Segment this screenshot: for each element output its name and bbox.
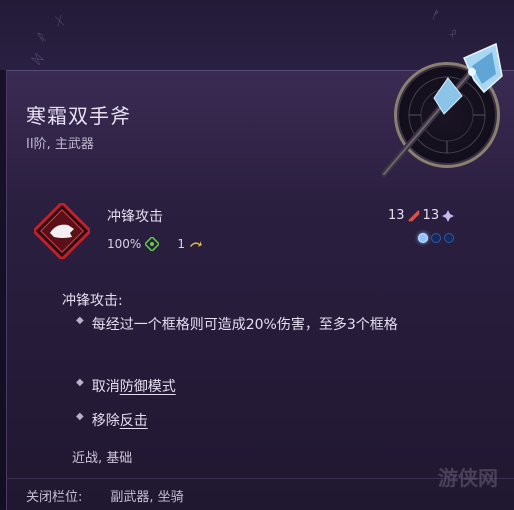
defense-mode-link[interactable]: 防御模式 bbox=[120, 379, 176, 395]
rune-glyph: ᚱ bbox=[34, 29, 49, 45]
bullet-text: 每经过一个框格则可造成20%伤害，至多3个框格 bbox=[91, 317, 398, 333]
item-subtitle: II阶, 主武器 bbox=[26, 137, 94, 152]
action-point-dot bbox=[444, 233, 454, 243]
watermark: 游侠网 bbox=[438, 466, 498, 490]
bullet-diamond-icon: ◆ bbox=[76, 377, 84, 388]
footer: 关闭栏位: 副武器, 坐骑 bbox=[26, 486, 184, 505]
rune-glyph: ᛞ bbox=[29, 51, 46, 67]
accuracy-value: 100% bbox=[107, 237, 142, 251]
bullet-diamond-icon: ◆ bbox=[76, 315, 84, 326]
description-bullet: ◆ 取消防御模式 bbox=[76, 374, 452, 400]
bullet-text: 移除 bbox=[91, 413, 120, 429]
bullet-text: 取消 bbox=[91, 379, 120, 395]
item-title: 寒霜双手斧 bbox=[26, 104, 131, 128]
skill-stats: 100% 1 bbox=[107, 237, 203, 251]
armor-damage-icon bbox=[442, 209, 455, 222]
skill-name: 冲锋攻击 bbox=[107, 209, 163, 225]
bullet-diamond-icon: ◆ bbox=[76, 411, 84, 422]
action-point-dot bbox=[431, 233, 441, 243]
damage-range: 13 13 bbox=[388, 208, 455, 223]
damage-max: 13 bbox=[422, 208, 440, 223]
charge-attack-skill-icon[interactable] bbox=[34, 203, 90, 259]
rune-glyph: ᚠ bbox=[429, 7, 442, 23]
frost-axe-icon bbox=[381, 42, 503, 177]
action-point-dot bbox=[418, 233, 428, 243]
counterattack-link[interactable]: 反击 bbox=[120, 413, 148, 429]
description-bullet: ◆ 移除反击 bbox=[76, 408, 452, 434]
action-point-dots bbox=[418, 233, 454, 243]
move-range-value: 1 bbox=[177, 237, 185, 251]
description-bullet: ◆ 每经过一个框格则可造成20%伤害，至多3个框格 bbox=[76, 312, 452, 338]
move-arrow-icon bbox=[189, 241, 202, 247]
footer-value: 副武器, 坐骑 bbox=[110, 490, 184, 505]
skill-tags: 近战, 基础 bbox=[72, 451, 133, 466]
damage-min: 13 bbox=[388, 208, 405, 223]
description-heading: 冲锋攻击: bbox=[62, 293, 123, 309]
accuracy-icon bbox=[145, 237, 160, 251]
physical-damage-icon bbox=[407, 209, 420, 222]
rune-glyph: ᚷ bbox=[54, 13, 65, 29]
footer-label: 关闭栏位: bbox=[26, 490, 83, 505]
